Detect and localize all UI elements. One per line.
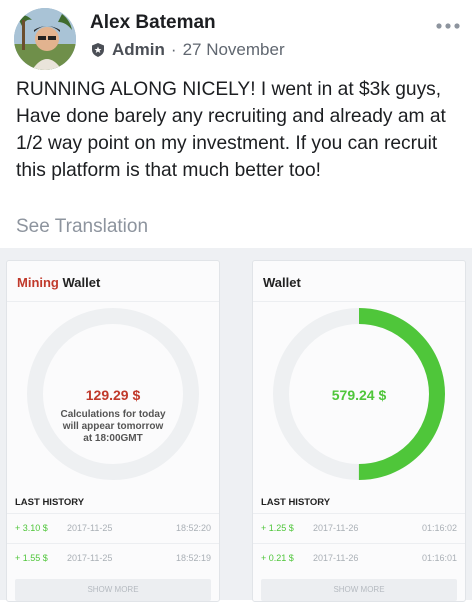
post-date[interactable]: 27 November xyxy=(183,40,285,60)
wallet-card: Wallet 579.24 $ LAST HISTORY + 1.25 $ 20… xyxy=(252,260,466,602)
wallet-history-title: LAST HISTORY xyxy=(261,497,331,508)
calc-note-line2: will appear tomorrow xyxy=(62,421,164,432)
author-role: Admin xyxy=(112,40,165,59)
row-separator xyxy=(7,513,219,514)
mining-wallet-title-rest: Wallet xyxy=(62,275,101,290)
meta-separator: · xyxy=(170,40,177,59)
post-text: RUNNING ALONG NICELY! I went in at $3k g… xyxy=(16,79,446,181)
history-amount: + 1.55 $ xyxy=(15,553,48,563)
card-divider xyxy=(253,301,465,302)
post-header: Alex Bateman Admin · 27 November xyxy=(0,0,472,70)
row-separator xyxy=(253,513,465,514)
mining-wallet-ring: 129.29 $ Calculations for today will app… xyxy=(7,305,219,483)
history-date: 2017-11-26 xyxy=(313,553,359,563)
mining-amount-value: 129.29 $ xyxy=(85,387,141,403)
wallet-ring: 579.24 $ xyxy=(253,305,465,483)
history-time: 18:52:20 xyxy=(175,523,211,533)
mining-history-title: LAST HISTORY xyxy=(15,497,85,508)
wallet-title: Wallet xyxy=(263,275,301,290)
post-meta: Admin · 27 November xyxy=(90,40,285,60)
avatar[interactable] xyxy=(14,8,76,70)
mining-wallet-card: Mining Wallet 129.29 $ Calculations for … xyxy=(6,260,220,602)
attached-screenshot[interactable]: Mining Wallet 129.29 $ Calculations for … xyxy=(0,248,472,602)
mining-show-more-button[interactable]: SHOW MORE xyxy=(15,579,211,601)
wallet-show-more-button[interactable]: SHOW MORE xyxy=(261,579,457,601)
more-horizontal-icon[interactable] xyxy=(436,10,460,36)
history-row: + 0.21 $ 2017-11-26 01:16:01 xyxy=(261,553,457,573)
history-time: 01:16:02 xyxy=(421,523,457,533)
wallet-amount: 579.24 $ xyxy=(253,387,465,405)
history-amount: + 3.10 $ xyxy=(15,523,48,533)
history-amount: + 1.25 $ xyxy=(261,523,294,533)
row-separator xyxy=(7,543,219,544)
history-date: 2017-11-25 xyxy=(67,523,113,533)
author-name[interactable]: Alex Bateman xyxy=(90,12,216,34)
history-date: 2017-11-25 xyxy=(67,553,113,563)
mining-wallet-title: Mining Wallet xyxy=(17,275,100,290)
history-row: + 1.25 $ 2017-11-26 01:16:02 xyxy=(261,523,457,543)
history-row: + 3.10 $ 2017-11-25 18:52:20 xyxy=(15,523,211,543)
mining-wallet-amount: 129.29 $ xyxy=(7,387,219,405)
history-row: + 1.55 $ 2017-11-25 18:52:19 xyxy=(15,553,211,573)
history-date: 2017-11-26 xyxy=(313,523,359,533)
admin-shield-icon xyxy=(92,43,104,57)
calc-note-line1: Calculations for today xyxy=(60,409,166,420)
row-separator xyxy=(253,543,465,544)
calc-note-line3: at 18:00GMT xyxy=(83,433,143,444)
history-amount: + 0.21 $ xyxy=(261,553,294,563)
history-time: 01:16:01 xyxy=(421,553,457,563)
history-time: 18:52:19 xyxy=(175,553,211,563)
mining-wallet-title-accent: Mining xyxy=(17,275,59,290)
see-translation-link[interactable]: See Translation xyxy=(16,216,148,238)
wallet-amount-value: 579.24 $ xyxy=(331,387,387,403)
calculation-note: Calculations for today will appear tomor… xyxy=(7,409,219,445)
card-divider xyxy=(7,301,219,302)
